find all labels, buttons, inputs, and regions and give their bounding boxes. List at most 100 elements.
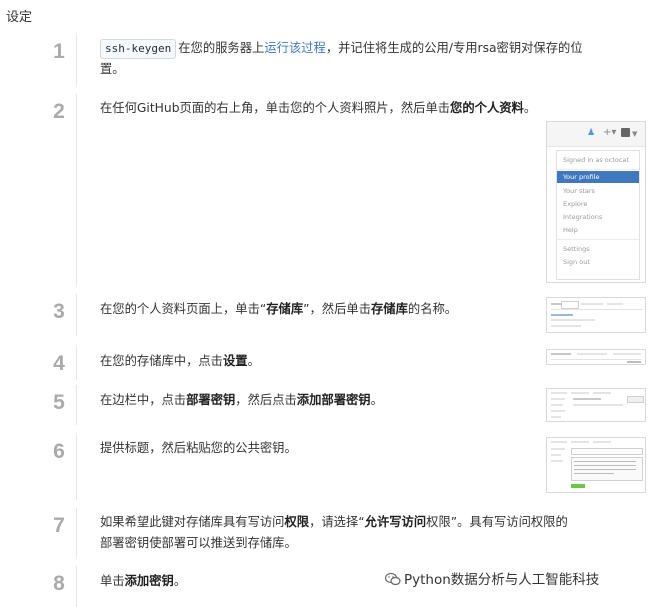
thumb-line xyxy=(581,303,603,305)
step-divider xyxy=(76,566,77,607)
divider xyxy=(557,239,639,240)
step-number: 8 xyxy=(53,572,65,595)
thumb-line xyxy=(551,392,567,394)
chevron-down-icon: ▼ xyxy=(632,130,638,138)
step-text-part: ”，然后单击 xyxy=(303,302,371,316)
thumb-line xyxy=(613,353,641,355)
run-process-link[interactable]: 运行该过程 xyxy=(264,41,326,55)
step-text-part: ，并记住将生成的公用/专用rsa密钥对保存的位 xyxy=(325,41,583,55)
add-key-form-screenshot xyxy=(546,437,646,493)
ui-term: 您的个人资料 xyxy=(450,101,524,115)
menu-item-sign-out[interactable]: Sign out xyxy=(563,257,590,267)
step-text-part: 在您的存储库中，点击 xyxy=(100,354,223,368)
step-text-part: ，请选择“ xyxy=(309,515,365,529)
step-text: 在任何GitHub页面的右上角，单击您的个人资料照片，然后单击您的个人资料。 xyxy=(100,98,536,119)
menu-item-help[interactable]: Help xyxy=(563,225,578,235)
step-line-2: 部署密钥使部署可以推送到存储库。 xyxy=(100,536,297,550)
thumb-button xyxy=(571,484,585,488)
step-number: 3 xyxy=(53,300,65,323)
step-number: 5 xyxy=(53,391,65,414)
step-line-2: 置。 xyxy=(100,62,125,76)
repositories-tab-screenshot xyxy=(546,297,646,333)
step-number: 2 xyxy=(53,100,65,123)
step-text-part: 在任何GitHub页面的右上角，单击您的个人资料照片，然后单击 xyxy=(100,101,451,115)
step-divider xyxy=(76,434,77,500)
thumb-line xyxy=(551,404,563,406)
step-text-part: 。 xyxy=(247,354,260,368)
deploy-keys-screenshot xyxy=(546,388,646,422)
thumb-line xyxy=(551,448,565,450)
thumb-line xyxy=(551,309,643,310)
watermark-text: Python数据分析与人工智能科技 xyxy=(404,572,600,588)
step-text-part: 在您的个人资料页面上，单击“ xyxy=(100,302,267,316)
step-number: 7 xyxy=(53,514,65,537)
step-text-part: 的名称。 xyxy=(407,302,458,316)
thumb-line xyxy=(571,392,589,394)
thumb-input xyxy=(571,448,643,455)
ui-term: 存储库 xyxy=(266,302,304,316)
dropdown-menu: Signed in as octocat Your profile Your s… xyxy=(556,150,640,280)
thumb-line xyxy=(551,460,563,462)
thumb-tab xyxy=(561,301,579,309)
thumb-line xyxy=(551,359,641,360)
divider xyxy=(557,169,639,170)
thumb-line xyxy=(551,441,567,443)
thumb-line xyxy=(593,441,611,443)
thumb-line xyxy=(574,473,614,474)
step-text: ssh-keygen 在您的服务器上运行该过程，并记住将生成的公用/专用rsa密钥… xyxy=(100,38,583,80)
step-text: 单击添加密钥。 xyxy=(100,571,186,592)
settings-tab-screenshot xyxy=(546,349,646,365)
thumb-line xyxy=(574,465,636,466)
plus-icon: +▾ xyxy=(603,127,617,138)
thumb-line xyxy=(551,325,581,327)
step-line-1: ssh-keygen 在您的服务器上运行该过程，并记住将生成的公用/专用rsa密钥… xyxy=(100,38,583,59)
thumb-line xyxy=(551,410,565,412)
thumb-line xyxy=(573,404,623,406)
thumb-line xyxy=(551,319,595,321)
step-number: 6 xyxy=(53,440,65,463)
step-number: 1 xyxy=(53,40,65,63)
menu-item-your-profile[interactable]: Your profile xyxy=(557,171,639,183)
thumb-line xyxy=(627,361,641,363)
step-divider xyxy=(76,94,77,286)
menu-item-explore[interactable]: Explore xyxy=(563,199,587,209)
profile-dropdown-screenshot: ♟ +▾ ▼ Signed in as octocat Your profile… xyxy=(546,121,646,283)
thumb-button xyxy=(627,396,644,403)
ui-term: 设置 xyxy=(222,354,248,368)
thumb-line xyxy=(593,392,611,394)
signed-in-label: Signed in as octocat xyxy=(563,156,629,164)
thumb-line xyxy=(551,314,573,316)
step-text-part: 。 xyxy=(523,101,537,115)
step-text-part: 在边栏中，点击 xyxy=(100,393,187,407)
ui-term: 允许写访问 xyxy=(364,515,427,529)
avatar xyxy=(621,128,630,137)
step-text-part: 单击 xyxy=(100,574,125,588)
page-title: 设定 xyxy=(6,10,33,25)
step-text: 在您的存储库中，点击设置。 xyxy=(100,351,260,372)
step-text: 如果希望此键对存储库具有写访问权限，请选择“允许写访问权限”。具有写访问权限的 … xyxy=(100,512,568,554)
menu-item-your-stars[interactable]: Your stars xyxy=(563,186,595,196)
code-snippet: ssh-keygen xyxy=(100,39,177,59)
step-divider xyxy=(76,508,77,558)
step-text: 提供标题，然后粘贴您的公共密钥。 xyxy=(100,438,297,459)
thumb-line xyxy=(577,353,607,355)
menu-item-integrations[interactable]: Integrations xyxy=(563,212,602,222)
step-divider xyxy=(76,385,77,425)
step-number: 4 xyxy=(53,352,65,375)
step-text: 在您的个人资料页面上，单击“存储库”，然后单击存储库的名称。 xyxy=(100,299,457,320)
ui-term: 添加部署密钥 xyxy=(296,393,371,407)
menu-item-settings[interactable]: Settings xyxy=(563,244,590,254)
header-bar: ♟ +▾ ▼ xyxy=(547,122,645,147)
watermark: Python数据分析与人工智能科技 xyxy=(385,568,599,588)
thumb-line xyxy=(607,303,623,305)
step-text-part: 提供标题，然后粘贴您的公共密钥。 xyxy=(100,441,297,455)
step-text-part: 如果希望此键对存储库具有写访问 xyxy=(100,515,285,529)
step-text-part: 。 xyxy=(370,393,383,407)
thumb-line xyxy=(551,454,561,456)
chat-bubble-icon xyxy=(385,572,401,586)
ui-term: 存储库 xyxy=(371,302,408,316)
step-line-1: 如果希望此键对存储库具有写访问权限，请选择“允许写访问权限”。具有写访问权限的 xyxy=(100,512,568,533)
step-text-part: 权限”。具有写访问权限的 xyxy=(426,515,568,529)
ui-term: 权限 xyxy=(284,515,310,529)
thumb-line xyxy=(574,461,636,462)
